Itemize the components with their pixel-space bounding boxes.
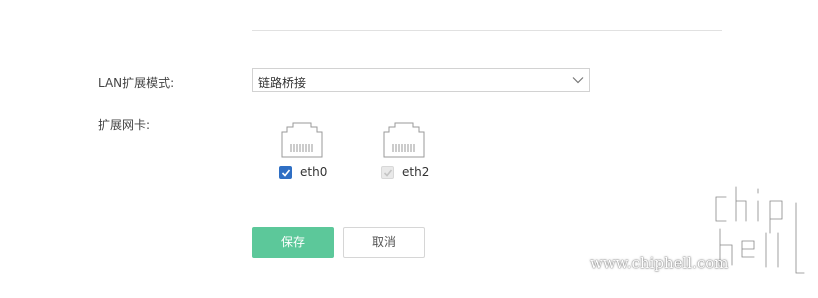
nic-name: eth2 [402, 165, 430, 179]
cancel-button[interactable]: 取消 [343, 227, 425, 258]
check-icon [383, 169, 393, 177]
save-button[interactable]: 保存 [252, 227, 334, 258]
nic-name: eth0 [300, 165, 328, 179]
nic-checkbox-eth2 [381, 166, 394, 179]
nic-option-eth2: eth2 [378, 122, 438, 182]
section-divider [252, 30, 722, 31]
lan-mode-select-value: 链路桥接 [258, 76, 307, 90]
lan-mode-label: LAN扩展模式: [98, 76, 175, 90]
nic-checkbox-eth0[interactable] [279, 166, 292, 179]
chevron-down-icon [572, 77, 584, 84]
watermark-url: www.chiphell.com [590, 254, 729, 272]
lan-mode-select[interactable]: 链路桥接 [252, 68, 590, 92]
ethernet-port-icon [281, 122, 323, 158]
ethernet-port-icon [383, 122, 425, 158]
nic-label: 扩展网卡: [98, 118, 151, 132]
nic-option-eth0: eth0 [276, 122, 336, 182]
check-icon [281, 169, 291, 177]
